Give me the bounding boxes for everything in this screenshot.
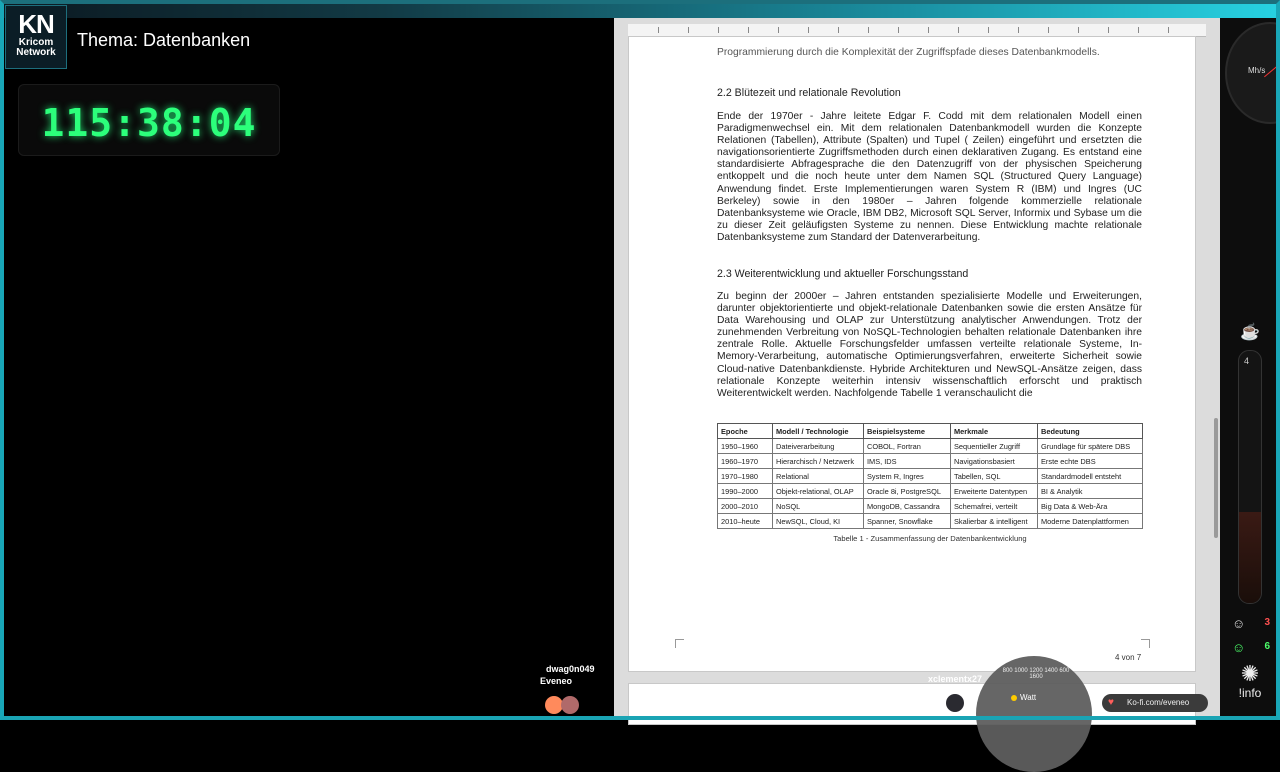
section-heading-2-3: 2.3 Weiterentwicklung und aktueller Fors…: [717, 268, 969, 280]
section-text-2-2[interactable]: Ende der 1970er - Jahre leitete Edgar F.…: [717, 111, 1142, 244]
table-cell: Tabellen, SQL: [950, 468, 1038, 484]
table-cell: Sequentieller Zugriff: [950, 438, 1038, 454]
kofi-cup-icon: ♥: [1108, 697, 1114, 708]
counter-red-value: 3: [1264, 617, 1270, 628]
table-cell: Erste echte DBS: [1037, 453, 1143, 469]
table-cell: COBOL, Fortran: [863, 438, 951, 454]
sparkle-icon: ✺: [1240, 661, 1260, 686]
avatar: [561, 696, 580, 714]
document-window[interactable]: Programmierung durch die Komplexität der…: [614, 18, 1220, 725]
section-text-2-3[interactable]: Zu beginn der 2000er – Jahren entstanden…: [717, 291, 1142, 400]
table-cell: 2010–heute: [717, 513, 773, 529]
table-cell: Spanner, Snowflake: [863, 513, 951, 529]
info-label: !info: [1238, 686, 1262, 700]
person-icon: ☺: [1232, 640, 1246, 655]
table-cell: IMS, IDS: [863, 453, 951, 469]
table-cell: System R, Ingres: [863, 468, 951, 484]
watt-label: Watt: [1020, 693, 1037, 702]
timer-panel: 115:38:04: [18, 84, 280, 156]
table-cell: Grundlage für spätere DBS: [1037, 438, 1143, 454]
watt-indicator-icon: [1011, 695, 1017, 701]
chat-username-2: Eveneo: [540, 676, 573, 686]
table-cell: Skalierbar & intelligent: [950, 513, 1038, 529]
section-heading-2-2: 2.2 Blütezeit und relationale Revolution: [717, 87, 901, 99]
table-cell: Erweiterte Datentypen: [950, 483, 1038, 499]
table-row: 1950–1960 Dateiverarbeitung COBOL, Fortr…: [717, 438, 1143, 454]
table-cell: Hierarchisch / Netzwerk: [772, 453, 864, 469]
table-cell: Oracle 8i, PostgreSQL: [863, 483, 951, 499]
table-cell: Moderne Datenplattformen: [1037, 513, 1143, 529]
table-cell: Objekt-relational, OLAP: [772, 483, 864, 499]
table-cell: 1990–2000: [717, 483, 773, 499]
speed-unit: Mh/s: [1248, 66, 1266, 75]
counter-green-value: 6: [1264, 641, 1270, 652]
table-caption: Tabelle 1 - Zusammenfassung der Datenban…: [833, 534, 1027, 543]
viewer-counter-green: ☺ 6: [1228, 638, 1274, 658]
table-cell: NewSQL, Cloud, KI: [772, 513, 864, 529]
table-header-cell: Epoche: [717, 423, 773, 439]
crop-mark: [1141, 639, 1150, 648]
cut-off-line: Programmierung durch die Komplexität der…: [717, 47, 1100, 57]
page-number: 4 von 7: [1115, 653, 1142, 662]
person-icon: ☺: [1232, 616, 1246, 631]
table-cell: Standardmodell entsteht: [1037, 468, 1143, 484]
table-cell: 2000–2010: [717, 498, 773, 514]
countdown-timer: 115:38:04: [41, 101, 257, 145]
chat-username-1: dwag0n049: [546, 664, 595, 674]
kofi-badge: ♥ Ko-fi.com/eveneo: [1102, 694, 1208, 712]
crop-mark: [675, 639, 684, 648]
table-row: 1990–2000 Objekt-relational, OLAP Oracle…: [717, 483, 1143, 499]
table-header-cell: Modell / Technologie: [772, 423, 864, 439]
table-row: 1970–1980 Relational System R, Ingres Ta…: [717, 468, 1143, 484]
watt-username: xclementx27: [928, 674, 983, 684]
thermometer-fill: [1239, 512, 1261, 603]
avatar-group: [545, 696, 580, 719]
logo-line-2: Network: [16, 47, 56, 58]
table-row: 1960–1970 Hierarchisch / Netzwerk IMS, I…: [717, 453, 1143, 469]
table-cell: NoSQL: [772, 498, 864, 514]
history-table[interactable]: Epoche Modell / Technologie Beispielsyst…: [717, 423, 1143, 529]
thermometer-value: 4: [1244, 356, 1250, 366]
table-cell: MongoDB, Cassandra: [863, 498, 951, 514]
channel-logo: KN Kricom Network: [5, 5, 67, 69]
kofi-label: Ko-fi.com/eveneo: [1127, 698, 1190, 707]
watt-scale: 800 1000 1200 1400 600 1600: [1002, 668, 1070, 680]
table-cell: Schemafrei, verteilt: [950, 498, 1038, 514]
table-cell: BI & Analytik: [1037, 483, 1143, 499]
viewer-counter-red: ☺ 3: [1228, 614, 1274, 634]
vertical-scrollbar[interactable]: [1214, 418, 1218, 538]
coffee-cup-icon: ☕: [1240, 324, 1260, 341]
table-cell: Dateiverarbeitung: [772, 438, 864, 454]
logo-main: KN: [18, 9, 55, 39]
table-cell: 1970–1980: [717, 468, 773, 484]
stream-top-bar: [0, 0, 1280, 18]
table-cell: 1960–1970: [717, 453, 773, 469]
table-row: 2010–heute NewSQL, Cloud, KI Spanner, Sn…: [717, 513, 1143, 529]
table-header-cell: Merkmale: [950, 423, 1038, 439]
table-cell: Big Data & Web-Ära: [1037, 498, 1143, 514]
table-header-cell: Bedeutung: [1037, 423, 1143, 439]
document-page[interactable]: Programmierung durch die Komplexität der…: [628, 36, 1196, 672]
table-cell: Navigationsbasiert: [950, 453, 1038, 469]
stream-theme: Thema: Datenbanken: [77, 30, 251, 50]
table-cell: Relational: [772, 468, 864, 484]
table-cell: 1950–1960: [717, 438, 773, 454]
table-row: 2000–2010 NoSQL MongoDB, Cassandra Schem…: [717, 498, 1143, 514]
thermometer-bar: [1238, 350, 1262, 604]
table-header-cell: Beispielsysteme: [863, 423, 951, 439]
ball-icon: [946, 694, 964, 712]
info-panel: ✺ !info: [1228, 661, 1272, 701]
avatar: [545, 696, 563, 714]
table-header-row: Epoche Modell / Technologie Beispielsyst…: [717, 423, 1143, 439]
